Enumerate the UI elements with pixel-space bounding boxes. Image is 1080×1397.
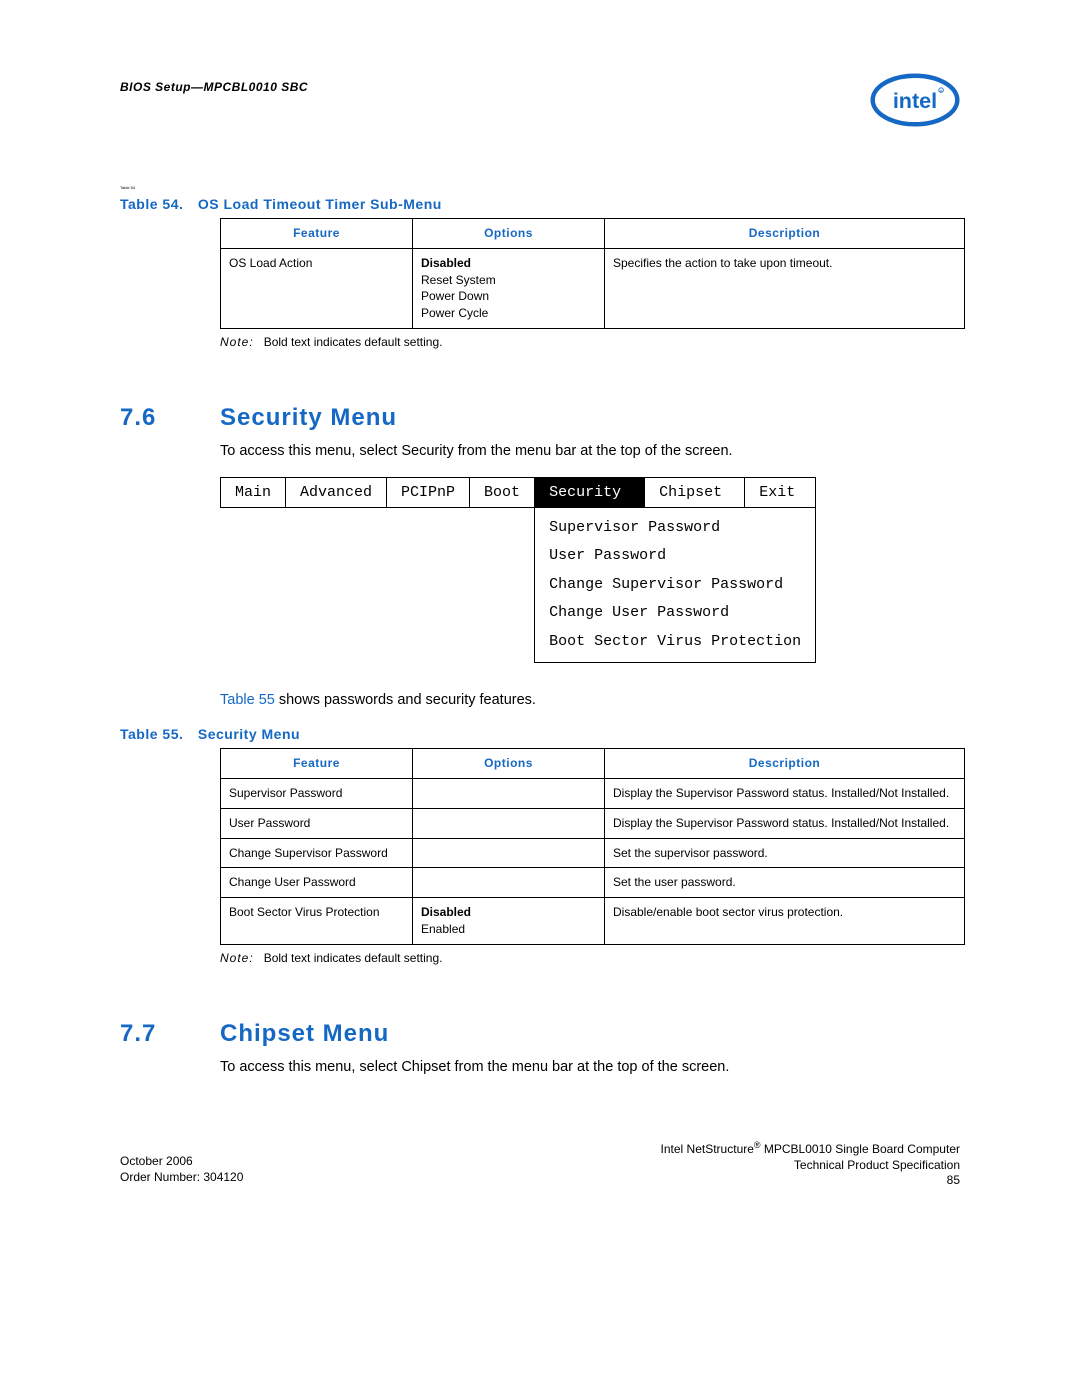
- table-row: OS Load Action Disabled Reset System Pow…: [221, 248, 965, 328]
- cell-desc: Specifies the action to take upon timeou…: [605, 248, 965, 328]
- th-feature: Feature: [221, 219, 413, 249]
- th-options: Options: [413, 749, 605, 779]
- cell-options: Disabled Reset System Power Down Power C…: [413, 248, 605, 328]
- tiny-ref: Table 54: [120, 185, 960, 190]
- svg-text:intel: intel: [893, 88, 937, 113]
- tab-chipset[interactable]: Chipset: [645, 477, 745, 507]
- table-54-caption: Table 54. OS Load Timeout Timer Sub-Menu: [120, 196, 960, 212]
- table-row: Boot Sector Virus Protection DisabledEna…: [221, 898, 965, 945]
- section-7-6-para: To access this menu, select Security fro…: [220, 442, 960, 461]
- section-7-6-para2: Table 55 shows passwords and security fe…: [220, 691, 960, 710]
- table-row: Change Supervisor PasswordSet the superv…: [221, 838, 965, 868]
- section-7-7-para: To access this menu, select Chipset from…: [220, 1058, 960, 1077]
- th-feature: Feature: [221, 749, 413, 779]
- table-row: Change User PasswordSet the user passwor…: [221, 868, 965, 898]
- section-7-7-heading: 7.7 Chipset Menu: [120, 1020, 960, 1048]
- table-55-note: Note:Bold text indicates default setting…: [220, 951, 960, 965]
- th-options: Options: [413, 219, 605, 249]
- th-desc: Description: [605, 219, 965, 249]
- tab-exit[interactable]: Exit: [745, 477, 816, 507]
- table-55-caption: Table 55. Security Menu: [120, 726, 960, 742]
- tab-advanced[interactable]: Advanced: [286, 477, 387, 507]
- intel-logo: intel R: [870, 70, 960, 135]
- tab-security[interactable]: Security: [535, 477, 645, 507]
- cell-feature: OS Load Action: [221, 248, 413, 328]
- bios-menu-bar: Main Advanced PCIPnP Boot Security Chips…: [220, 477, 816, 664]
- section-7-6-heading: 7.6 Security Menu: [120, 404, 960, 432]
- doc-header-title: BIOS Setup—MPCBL0010 SBC: [120, 80, 308, 94]
- svg-text:R: R: [940, 89, 943, 93]
- tab-pcipnp[interactable]: PCIPnP: [387, 477, 470, 507]
- table-row: User PasswordDisplay the Supervisor Pass…: [221, 808, 965, 838]
- table-55: Feature Options Description Supervisor P…: [220, 748, 965, 945]
- security-submenu-items: Supervisor Password User Password Change…: [535, 507, 816, 663]
- th-desc: Description: [605, 749, 965, 779]
- tab-main[interactable]: Main: [221, 477, 286, 507]
- table-row: Supervisor PasswordDisplay the Superviso…: [221, 778, 965, 808]
- tab-boot[interactable]: Boot: [470, 477, 535, 507]
- table-55-link[interactable]: Table 55: [220, 692, 275, 708]
- table-54: Feature Options Description OS Load Acti…: [220, 218, 965, 329]
- table-54-note: Note:Bold text indicates default setting…: [220, 335, 960, 349]
